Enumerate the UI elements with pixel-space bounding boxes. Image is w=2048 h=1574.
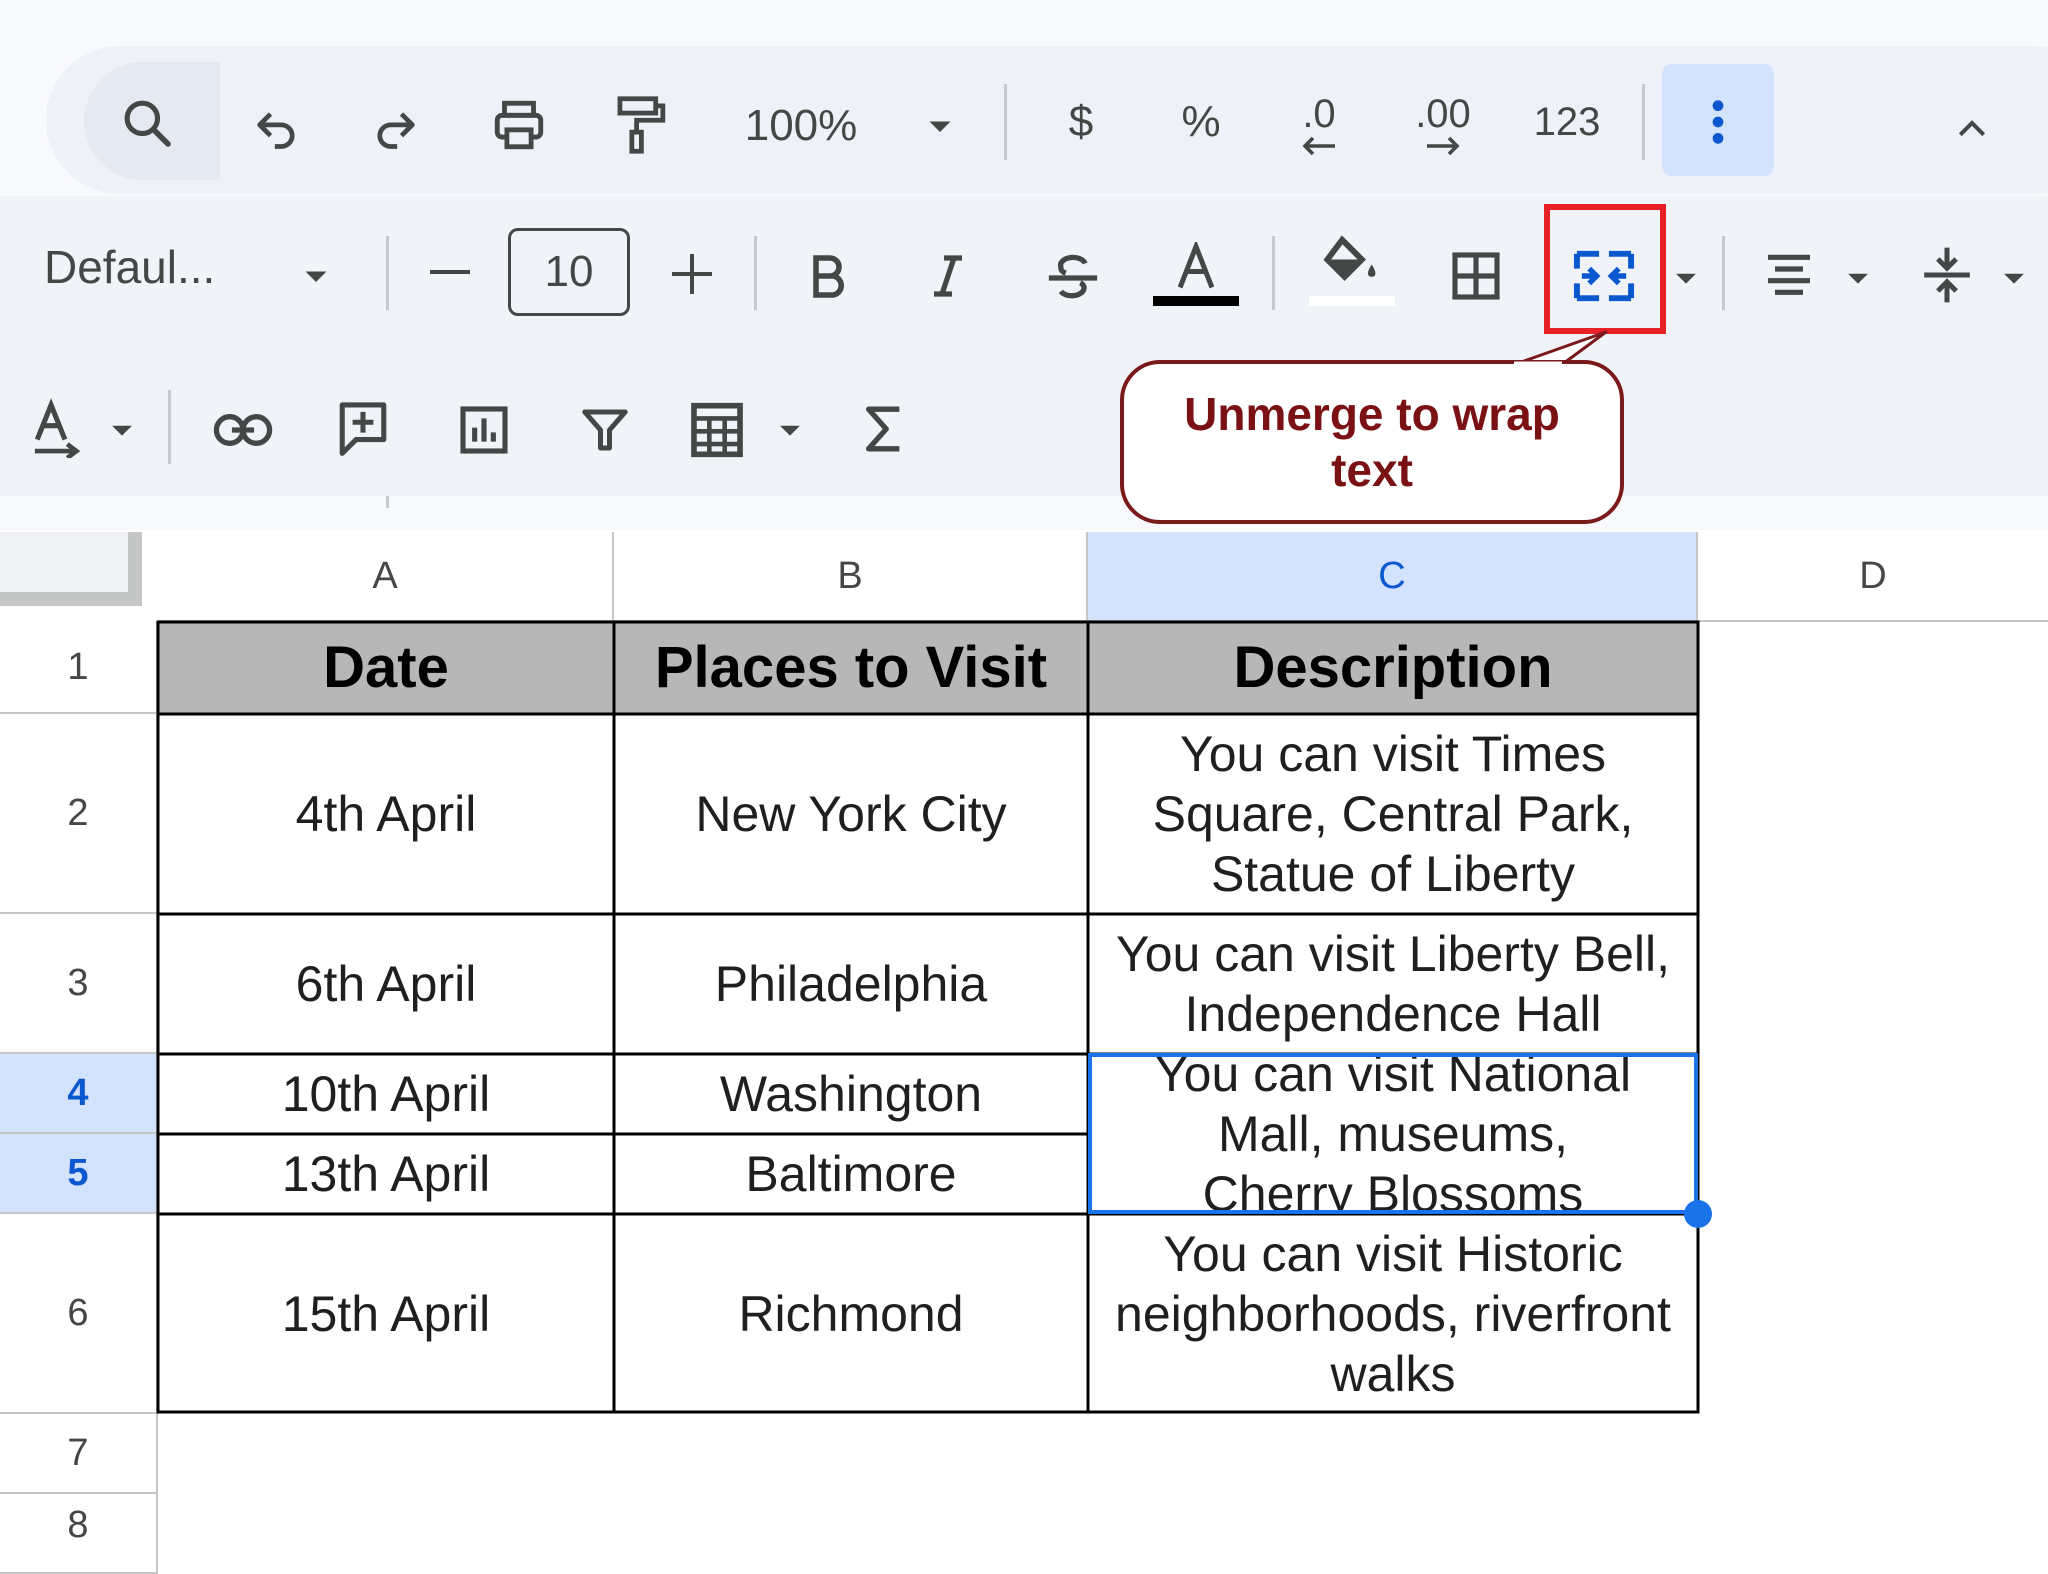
date-value: 13th April xyxy=(281,1146,491,1202)
cell-c1[interactable]: Description xyxy=(1088,622,1698,714)
cell-b1[interactable]: Places to Visit xyxy=(614,622,1088,714)
place-value: New York City xyxy=(695,786,1007,842)
cell-a2[interactable]: 4th April xyxy=(158,714,614,914)
cell-a6[interactable]: 15th April xyxy=(158,1214,614,1414)
header-description: Description xyxy=(1233,635,1553,700)
row-label: 4 xyxy=(67,1071,89,1114)
annotation-callout: Unmerge to wrap text xyxy=(1120,360,1624,524)
cell-b6[interactable]: Richmond xyxy=(614,1214,1088,1414)
row-label: 3 xyxy=(67,961,89,1004)
header-places: Places to Visit xyxy=(654,635,1048,700)
cell-c2[interactable]: You can visit Times Square, Central Park… xyxy=(1088,714,1698,914)
column-header-b[interactable]: B xyxy=(614,532,1088,622)
place-value: Richmond xyxy=(738,1286,964,1342)
cell-a3[interactable]: 6th April xyxy=(158,914,614,1054)
row-label: 7 xyxy=(67,1431,89,1474)
column-label: C xyxy=(1378,554,1406,597)
row-label: 1 xyxy=(67,645,89,688)
row-label: 2 xyxy=(67,791,89,834)
date-value: 4th April xyxy=(295,786,477,842)
cell-a1[interactable]: Date xyxy=(158,622,614,714)
cell-b4[interactable]: Washington xyxy=(614,1054,1088,1134)
select-all-corner[interactable] xyxy=(0,532,142,606)
date-value: 10th April xyxy=(281,1066,491,1122)
row-header-3[interactable]: 3 xyxy=(0,914,158,1054)
description-value: You can visit Historic neighborhoods, ri… xyxy=(1115,1226,1671,1402)
column-label: D xyxy=(1859,554,1887,597)
row-header-1[interactable]: 1 xyxy=(0,622,158,714)
callout-pointer xyxy=(1508,330,1608,368)
cell-a5[interactable]: 13th April xyxy=(158,1134,614,1214)
cell-c3[interactable]: You can visit Liberty Bell, Independence… xyxy=(1088,914,1698,1054)
active-cell-selection xyxy=(1088,1053,1698,1214)
row-header-6[interactable]: 6 xyxy=(0,1214,158,1414)
cell-b3[interactable]: Philadelphia xyxy=(614,914,1088,1054)
row-header-8[interactable]: 8 xyxy=(0,1494,158,1574)
cell-c6[interactable]: You can visit Historic neighborhoods, ri… xyxy=(1088,1214,1698,1414)
fill-handle[interactable] xyxy=(1684,1200,1712,1228)
header-date: Date xyxy=(323,635,449,700)
row-header-2[interactable]: 2 xyxy=(0,714,158,914)
date-value: 6th April xyxy=(295,956,477,1012)
cell-b5[interactable]: Baltimore xyxy=(614,1134,1088,1214)
row-label: 6 xyxy=(67,1291,89,1334)
cell-b2[interactable]: New York City xyxy=(614,714,1088,914)
column-header-c[interactable]: C xyxy=(1088,532,1698,622)
date-value: 15th April xyxy=(281,1286,491,1342)
description-value: You can visit Times Square, Central Park… xyxy=(1152,726,1634,902)
place-value: Washington xyxy=(719,1066,983,1122)
column-label: B xyxy=(837,554,863,597)
column-label: A xyxy=(372,554,398,597)
row-label: 8 xyxy=(67,1504,89,1546)
row-header-5[interactable]: 5 xyxy=(0,1134,158,1214)
column-header-d[interactable]: D xyxy=(1698,532,2048,622)
place-value: Baltimore xyxy=(745,1146,957,1202)
column-header-a[interactable]: A xyxy=(158,532,614,622)
row-label: 5 xyxy=(67,1151,89,1194)
row-header-7[interactable]: 7 xyxy=(0,1414,158,1494)
cell-a4[interactable]: 10th April xyxy=(158,1054,614,1134)
callout-text: Unmerge to wrap text xyxy=(1184,388,1560,496)
description-value: You can visit Liberty Bell, Independence… xyxy=(1115,926,1670,1042)
row-header-4[interactable]: 4 xyxy=(0,1054,158,1134)
place-value: Philadelphia xyxy=(714,956,988,1012)
